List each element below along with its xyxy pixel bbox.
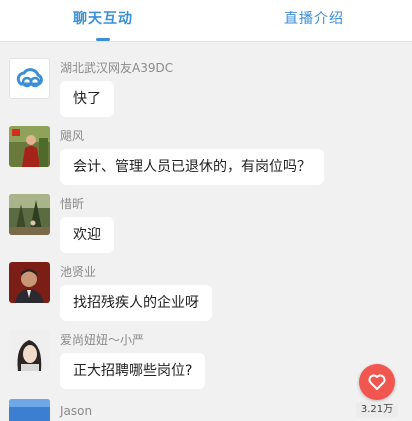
- forest-photo: [9, 194, 50, 235]
- username: 惜昕: [60, 197, 85, 211]
- username: Jason: [60, 404, 93, 418]
- tab-intro[interactable]: 直播介绍: [284, 9, 344, 29]
- username: 湖北武汉网友A39DC: [60, 61, 174, 75]
- avatar[interactable]: [9, 399, 50, 421]
- tab-chat[interactable]: 聊天互动: [73, 9, 133, 29]
- avatar[interactable]: [9, 194, 50, 235]
- username: 爱尚妞妞～小严: [60, 333, 145, 347]
- heart-icon: [368, 374, 386, 390]
- tab-bar: 聊天互动 直播介绍: [0, 0, 412, 42]
- username: 池贤业: [60, 265, 97, 279]
- like-button[interactable]: [359, 364, 395, 400]
- avatar[interactable]: [9, 262, 50, 303]
- message-bubble: 快了: [60, 81, 114, 117]
- username: 飓风: [60, 129, 85, 143]
- message-bubble: 会计、管理人员已退休的，有岗位吗？: [60, 149, 324, 185]
- message-bubble: 找招残疾人的企业呀: [60, 285, 212, 321]
- avatar[interactable]: [9, 330, 50, 371]
- avatar[interactable]: [9, 126, 50, 167]
- woman-photo: [9, 330, 50, 371]
- avatar[interactable]: [9, 58, 50, 99]
- person-photo: [9, 126, 50, 167]
- sky-photo: [9, 399, 50, 421]
- portrait-photo: [9, 262, 50, 303]
- message-bubble: 欢迎: [60, 217, 114, 253]
- active-tab-indicator: [96, 38, 110, 41]
- message-bubble: 正大招聘哪些岗位?: [60, 353, 206, 389]
- cloud-logo-icon: [16, 68, 43, 88]
- like-count: 3.21万: [356, 402, 398, 418]
